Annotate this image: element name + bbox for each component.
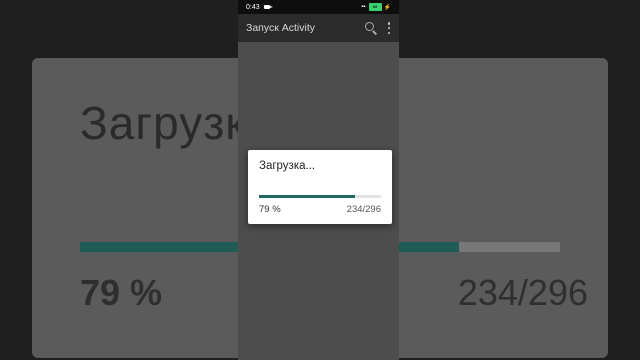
progress-fill (259, 195, 356, 198)
video-camera-icon (263, 5, 273, 9)
battery-icon: 88 (368, 3, 382, 11)
background-count: 234/296 (457, 272, 588, 313)
progress-dialog: Загрузка... 79 % 234/296 (248, 150, 392, 224)
signal-icon: ▪▪ (361, 4, 366, 10)
background-title: Загрузк (80, 97, 247, 149)
status-bar: 0:43 ▪▪ 88 ⚡ (238, 0, 399, 14)
search-icon[interactable] (365, 22, 377, 34)
status-time: 0:43 (246, 3, 260, 11)
progress-percent: 79 % (259, 204, 281, 215)
app-bar: Запуск Activity (238, 14, 399, 42)
dialog-message: Загрузка... (259, 160, 316, 172)
app-bar-title: Запуск Activity (246, 22, 316, 34)
more-options-icon[interactable] (387, 22, 391, 34)
background-percent: 79 % (80, 272, 163, 313)
progress-count: 234/296 (346, 204, 381, 215)
progress-bar (259, 195, 381, 198)
charging-icon: ⚡ (383, 4, 391, 11)
